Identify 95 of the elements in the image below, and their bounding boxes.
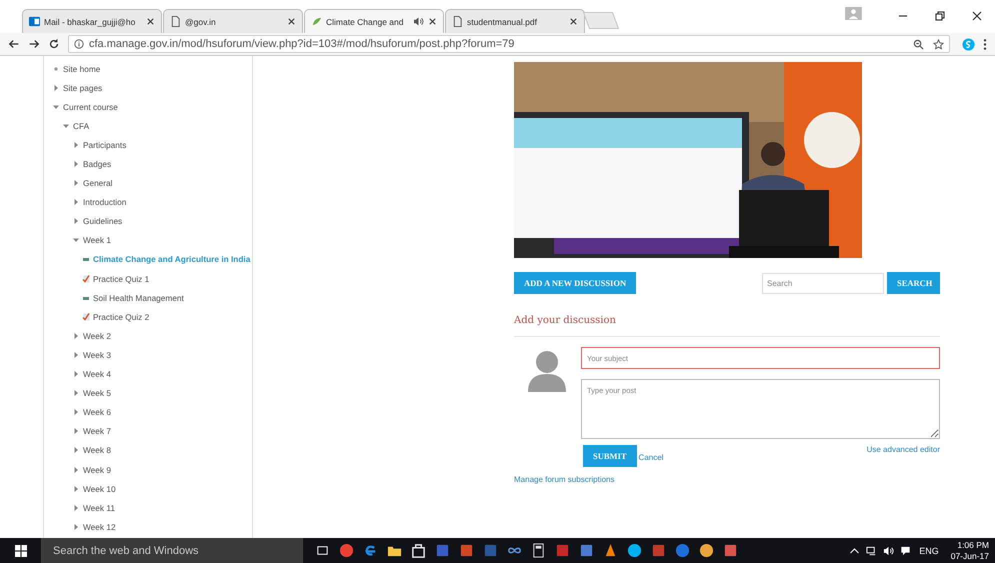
speaker-icon[interactable] (413, 17, 424, 26)
browser-tab[interactable]: Mail - bhaskar_gujji@ho (22, 9, 162, 33)
language-indicator[interactable]: ENG (919, 546, 939, 556)
nav-link[interactable]: General (83, 178, 113, 188)
expand-icon[interactable] (72, 179, 80, 188)
browser-tab[interactable]: studentmanual.pdf (445, 9, 585, 33)
notification-icon[interactable] (900, 546, 912, 556)
advanced-editor-link[interactable]: Use advanced editor (866, 445, 940, 454)
close-icon[interactable] (569, 17, 578, 26)
checklist-icon (82, 274, 90, 283)
checklist-icon (82, 312, 90, 321)
back-icon[interactable] (8, 38, 20, 50)
document-icon (170, 16, 181, 27)
expand-icon[interactable] (72, 350, 80, 359)
section-heading: Add your discussion (514, 315, 617, 326)
info-icon (74, 39, 84, 49)
app-icon[interactable] (531, 543, 546, 558)
expand-icon[interactable] (72, 466, 80, 474)
collapse-icon[interactable] (62, 122, 70, 130)
clock[interactable]: 1:06 PM 07-Jun-17 (950, 540, 989, 562)
browser-tab[interactable]: @gov.in (163, 9, 303, 33)
nav-link[interactable]: Soil Health Management (93, 292, 184, 303)
app-icon[interactable] (603, 543, 618, 558)
expand-icon[interactable] (72, 160, 80, 168)
nav-link[interactable]: Site home (63, 64, 100, 74)
expand-icon[interactable] (72, 389, 80, 398)
app-icon[interactable] (699, 543, 714, 558)
nav-link[interactable]: Site pages (63, 82, 102, 93)
close-icon[interactable] (287, 17, 296, 26)
expand-icon[interactable] (72, 332, 80, 340)
star-icon[interactable] (933, 38, 944, 50)
network-icon[interactable] (866, 546, 878, 556)
chevron-up-icon[interactable] (849, 546, 860, 556)
nav-link[interactable]: Week 7 (83, 426, 111, 436)
expand-icon[interactable] (72, 140, 80, 149)
leaf-icon (311, 16, 322, 27)
expand-icon[interactable] (72, 408, 80, 416)
tab-title: Mail - bhaskar_gujji@ho (44, 16, 136, 26)
browser-tab[interactable]: Climate Change and (304, 9, 444, 33)
close-icon[interactable] (972, 11, 982, 21)
app-icon[interactable] (627, 543, 642, 558)
expand-icon[interactable] (72, 504, 80, 512)
nav-link[interactable]: Badges (83, 159, 112, 170)
nav-link[interactable]: Week 8 (83, 445, 111, 456)
expand-icon[interactable] (72, 522, 80, 531)
app-icon[interactable] (411, 543, 426, 558)
reload-icon[interactable] (48, 38, 60, 50)
expand-icon[interactable] (52, 84, 60, 92)
tab-title: Climate Change and (326, 16, 404, 26)
search-field[interactable]: Search (762, 272, 884, 294)
nav-link[interactable]: Participants (83, 140, 126, 150)
zoom-icon[interactable] (913, 38, 924, 50)
expand-icon[interactable] (72, 446, 80, 454)
nav-link[interactable]: Week 6 (83, 407, 111, 418)
forward-icon[interactable] (28, 38, 40, 50)
expand-icon[interactable] (72, 484, 80, 493)
subscriptions-link[interactable]: Manage forum subscriptions (514, 475, 614, 484)
expand-icon[interactable] (72, 217, 80, 226)
nav-link[interactable]: Practice Quiz 2 (93, 312, 150, 322)
nav-link[interactable]: Week 10 (83, 484, 116, 494)
avatar-icon (527, 350, 567, 392)
collapse-icon[interactable] (52, 102, 60, 111)
nav-link[interactable]: Week 2 (83, 330, 111, 341)
nav-link[interactable]: Week 3 (83, 350, 111, 360)
page-icon (82, 255, 90, 264)
cancel-link[interactable]: Cancel (638, 453, 664, 462)
document-icon (452, 16, 463, 27)
close-icon[interactable] (146, 17, 155, 26)
nav-link[interactable]: Week 5 (83, 388, 111, 398)
collapse-icon[interactable] (72, 236, 80, 244)
skype-icon[interactable] (962, 38, 975, 50)
nav-link[interactable]: Week 9 (83, 464, 111, 475)
tab-title: studentmanual.pdf (467, 16, 538, 26)
nav-link[interactable]: CFA (73, 120, 90, 131)
expand-icon[interactable] (72, 370, 80, 378)
nav-link[interactable]: Practice Quiz 1 (93, 274, 150, 284)
windows-start-icon[interactable] (15, 544, 27, 556)
nav-link[interactable]: Week 11 (83, 502, 115, 513)
nav-link[interactable]: Week 4 (83, 369, 111, 380)
address-field[interactable]: cfa.manage.gov.in/mod/hsuforum/view.php?id=103#/mod/hsuforum/post.php?forum=79 (68, 35, 950, 53)
menu-icon[interactable] (983, 38, 987, 50)
nav-link[interactable]: Week 12 (83, 522, 116, 532)
bullet-icon (52, 64, 60, 73)
nav-link[interactable]: Introduction (83, 197, 126, 208)
nav-link[interactable]: Guidelines (83, 216, 122, 226)
nav-link[interactable]: Current course (63, 102, 118, 112)
volume-icon[interactable] (883, 546, 894, 556)
close-icon[interactable] (428, 17, 437, 26)
nav-link[interactable]: Week 1 (83, 235, 111, 246)
mail-icon (29, 16, 40, 27)
taskbar-search-field[interactable]: Search the web and Windows (41, 538, 303, 563)
expand-icon[interactable] (72, 427, 80, 436)
tab-title: @gov.in (185, 16, 217, 26)
restore-icon[interactable] (935, 11, 945, 21)
expand-icon[interactable] (72, 198, 80, 206)
